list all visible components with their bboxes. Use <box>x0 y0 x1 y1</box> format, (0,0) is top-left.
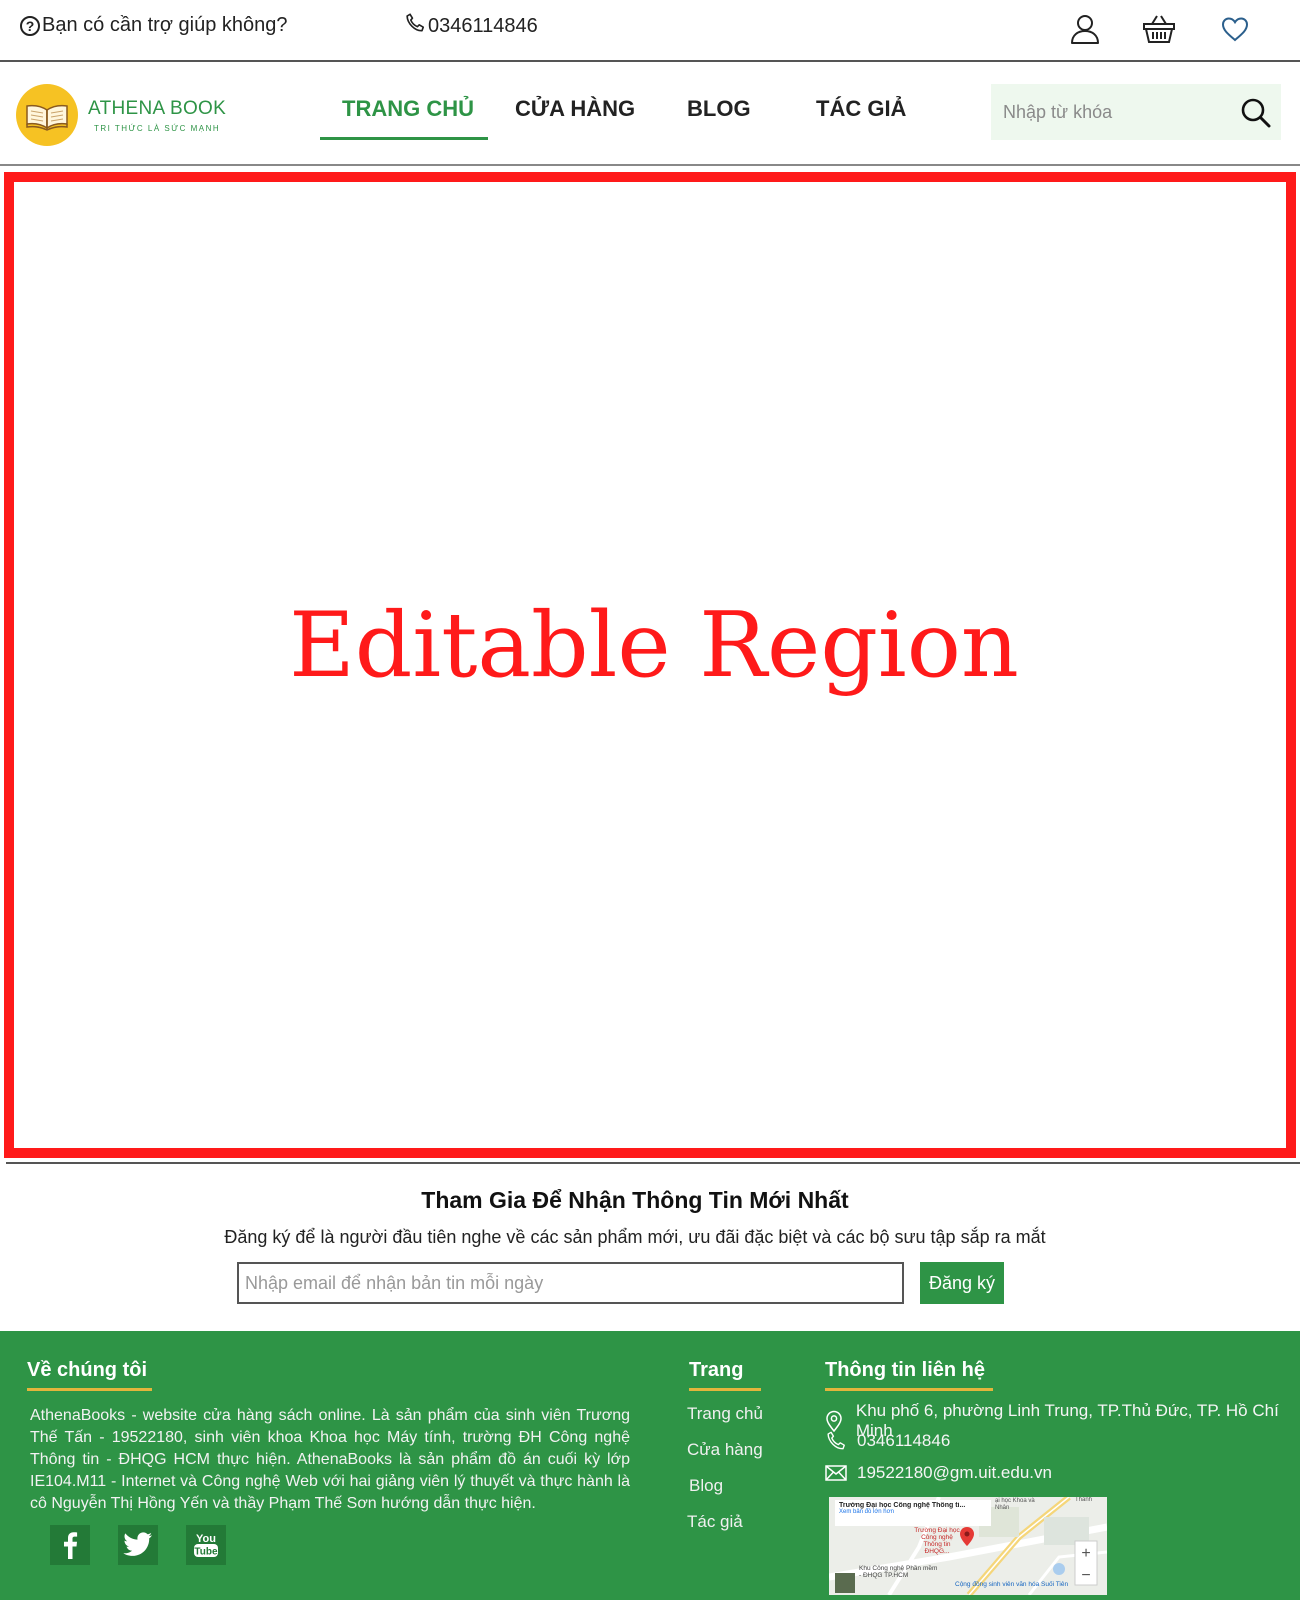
youtube-label-bottom: Tube <box>194 1547 218 1558</box>
map-place-thanh: Thanh <box>1075 1497 1093 1503</box>
logo-subtitle: TRI THỨC LÀ SỨC MẠNH <box>93 123 221 133</box>
nav-blog[interactable]: BLOG <box>687 96 751 122</box>
embedded-map[interactable]: + − Trường Đại học Công nghệ Thông ti...… <box>829 1497 1107 1595</box>
top-phone[interactable]: 0346114846 <box>404 12 538 40</box>
youtube-icon[interactable]: You Tube <box>186 1525 226 1565</box>
search-box <box>991 84 1281 140</box>
contact-heading-underline <box>825 1388 993 1391</box>
nav-cua-hang[interactable]: CỬA HÀNG <box>515 96 635 122</box>
contact-email-text: 19522180@gm.uit.edu.vn <box>857 1463 1052 1482</box>
question-icon: ? <box>20 15 40 36</box>
map-title: Trường Đại học Công nghệ Thông ti... <box>839 1502 966 1509</box>
phone-icon <box>825 1430 851 1452</box>
phone-icon <box>404 12 428 40</box>
newsletter-title: Tham Gia Để Nhận Thông Tin Mới Nhất <box>421 1187 849 1213</box>
book-logo-icon <box>16 84 78 146</box>
search-icon[interactable] <box>1239 96 1273 130</box>
footer-link-trang-chu[interactable]: Trang chủ <box>687 1404 763 1424</box>
active-nav-indicator <box>320 137 488 140</box>
footer-link-cua-hang[interactable]: Cửa hàng <box>687 1440 763 1460</box>
top-phone-number: 0346114846 <box>428 14 538 37</box>
contact-email[interactable]: 19522180@gm.uit.edu.vn <box>825 1463 1052 1483</box>
contact-phone[interactable]: 0346114846 <box>825 1430 950 1452</box>
location-pin-icon <box>825 1410 850 1432</box>
site-footer: Về chúng tôi AthenaBooks - website cửa h… <box>0 1331 1300 1600</box>
site-logo[interactable]: ATHENA BOOK TRI THỨC LÀ SỨC MẠNH <box>16 80 244 150</box>
logo-title: ATHENA BOOK <box>88 97 227 119</box>
contact-heading: Thông tin liên hệ <box>825 1359 985 1381</box>
site-header: ATHENA BOOK TRI THỨC LÀ SỨC MẠNH TRANG C… <box>0 62 1300 166</box>
nav-trang-chu[interactable]: TRANG CHỦ <box>342 96 474 122</box>
search-input[interactable] <box>1003 101 1233 123</box>
map-place-ussh: ại học Khoa và Nhân <box>995 1498 1035 1511</box>
divider <box>6 1162 1300 1164</box>
help-prompt[interactable]: ? Bạn có cần trợ giúp không? <box>20 14 288 37</box>
pages-heading: Trang <box>689 1359 744 1381</box>
svg-text:+: + <box>1081 1545 1090 1562</box>
about-heading: Về chúng tôi <box>27 1359 147 1381</box>
map-larger-link[interactable]: Xem bản đồ lớn hơn <box>839 1509 987 1515</box>
twitter-icon[interactable] <box>118 1525 158 1565</box>
top-bar: ? Bạn có cần trợ giúp không? 0346114846 <box>0 0 1300 62</box>
newsletter-email-input[interactable] <box>237 1262 904 1304</box>
map-info-card: Trường Đại học Công nghệ Thông ti... Xem… <box>835 1500 991 1526</box>
youtube-label-top: You <box>196 1533 216 1545</box>
subscribe-button[interactable]: Đăng ký <box>920 1262 1004 1304</box>
svg-text:−: − <box>1081 1567 1090 1584</box>
heart-icon[interactable] <box>1218 12 1252 46</box>
basket-icon[interactable] <box>1142 12 1176 46</box>
mail-icon <box>825 1465 851 1481</box>
map-place-uit: Trường Đại học Công nghệ Thông tin ĐHQG.… <box>914 1527 960 1555</box>
footer-link-tac-gia[interactable]: Tác giả <box>687 1512 743 1532</box>
editable-region[interactable]: Editable Region <box>4 172 1296 1158</box>
help-text: Bạn có cần trợ giúp không? <box>42 14 288 36</box>
newsletter-description: Đăng ký để là người đầu tiên nghe về các… <box>224 1227 1046 1247</box>
pages-heading-underline <box>689 1388 761 1391</box>
user-icon[interactable] <box>1068 12 1102 46</box>
about-heading-underline <box>27 1388 152 1391</box>
editable-region-label: Editable Region <box>289 592 1019 698</box>
nav-tac-gia[interactable]: TÁC GIẢ <box>816 96 906 122</box>
footer-link-blog[interactable]: Blog <box>689 1476 723 1496</box>
contact-phone-text: 0346114846 <box>857 1431 951 1450</box>
map-place-software-park: Khu Công nghệ Phần mềm - ĐHQG TP.HCM <box>859 1565 938 1579</box>
map-place-community: Cộng đồng sinh viên văn hóa Suối Tiên <box>955 1581 1069 1588</box>
about-text: AthenaBooks - website cửa hàng sách onli… <box>30 1407 630 1512</box>
facebook-icon[interactable] <box>50 1525 90 1565</box>
